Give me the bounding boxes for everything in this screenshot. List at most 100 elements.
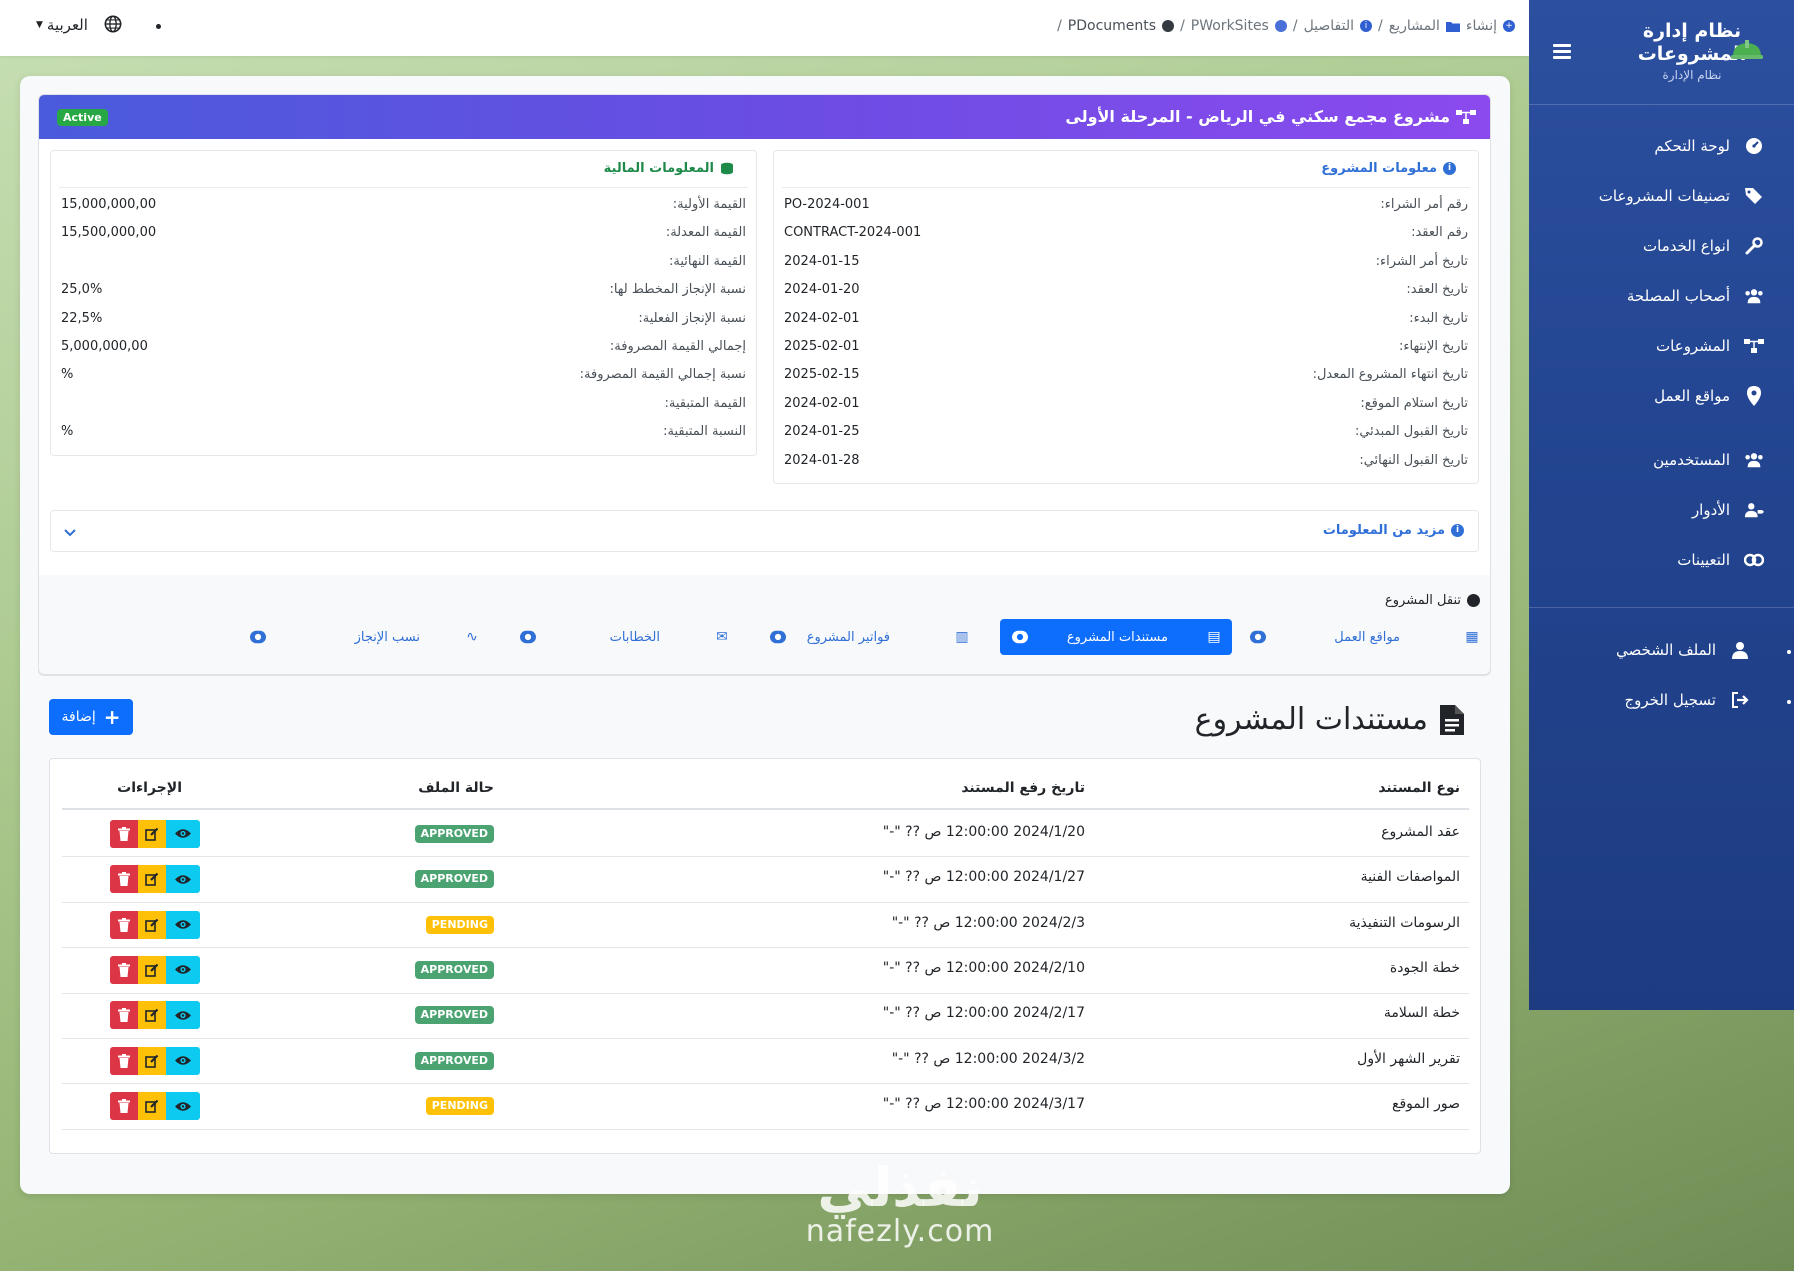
nav-tab-3[interactable]: ▥ فواتير المشروع — [770, 619, 980, 655]
nav-tab-label: فواتير المشروع — [806, 629, 890, 645]
delete-button[interactable] — [110, 1046, 138, 1075]
sidebar-item-label: تسجيل الخروج — [1624, 691, 1716, 709]
top-bar: ▼ العربية + إنشاء المشاريع / i التفاصيل … — [0, 0, 1529, 56]
page-title: مستندات المشروع — [1195, 702, 1464, 737]
eye-icon — [175, 1056, 191, 1065]
coins-icon — [720, 162, 734, 175]
nav-tab-4[interactable]: ✉ الخطابات — [520, 619, 740, 655]
nav-tab-1[interactable]: ▦ مواقع العمل — [1250, 619, 1490, 655]
delete-button[interactable] — [110, 819, 138, 848]
edit-button[interactable] — [138, 1092, 166, 1121]
sidebar-item-categories[interactable]: تصنيفات المشروعات — [1599, 186, 1764, 206]
row-divider — [62, 947, 1469, 949]
watermark-arabic: نفذلي — [817, 1156, 983, 1219]
chart-line-icon: ∿ — [466, 629, 478, 645]
map-icon: ▦ — [1465, 629, 1479, 645]
document-type: المواصفات الفنية — [1360, 869, 1460, 886]
info-label: تاريخ أمر الشراء: — [1375, 253, 1468, 269]
view-button[interactable] — [166, 819, 200, 848]
view-button[interactable] — [166, 910, 200, 939]
sidebar-item-label: لوحة التحكم — [1654, 137, 1730, 155]
sidebar-item-label: المشروعات — [1656, 337, 1730, 355]
breadcrumb-item-worksites[interactable]: PWorkSites — [1191, 18, 1287, 34]
more-info-accordion[interactable]: i مزيد من المعلومات — [50, 510, 1479, 552]
globe-icon[interactable] — [104, 15, 122, 33]
view-button[interactable] — [166, 865, 200, 894]
sidebar-item-label: تصنيفات المشروعات — [1598, 187, 1730, 205]
nav-tab-5[interactable]: ∿ نسب الإنجاز — [250, 619, 490, 655]
edit-button[interactable] — [138, 819, 166, 848]
column-header-type: نوع المستند — [1378, 780, 1460, 796]
breadcrumb-item-projects[interactable]: المشاريع — [1389, 18, 1460, 34]
financial-label: نسبة الإنجاز الفعلية: — [638, 310, 746, 326]
breadcrumb-separator: / — [1180, 18, 1185, 34]
view-button[interactable] — [166, 1092, 200, 1121]
delete-button[interactable] — [110, 865, 138, 894]
sidebar-item-projects[interactable]: المشروعات — [1656, 336, 1764, 356]
info-label: تاريخ القبول النهائي: — [1359, 452, 1468, 468]
document-type: تقرير الشهر الأول — [1357, 1050, 1460, 1067]
trash-icon — [118, 917, 130, 932]
delete-button[interactable] — [110, 955, 138, 984]
hamburger-menu-icon[interactable] — [1553, 44, 1571, 59]
info-value: 2024-02-01 — [784, 310, 860, 326]
more-dot-icon[interactable] — [156, 24, 161, 29]
sidebar-item-assignments[interactable]: التعيينات — [1677, 550, 1764, 570]
brand-subtitle: نظام الإدارة — [1662, 68, 1722, 82]
delete-button[interactable] — [110, 1001, 138, 1030]
financial-info-title: المعلومات المالية — [604, 161, 734, 176]
nav-tab-2[interactable]: ▤ مستندات المشروع — [1000, 619, 1232, 655]
circle-badge-icon — [520, 629, 536, 645]
status-badge: APPROVED — [414, 870, 494, 889]
delete-button[interactable] — [110, 1092, 138, 1121]
financial-row: القيمة المتبقية: — [61, 396, 746, 416]
sidebar-item-logout[interactable]: تسجيل الخروج — [1624, 690, 1750, 710]
financial-value: 15,000,000,00 — [61, 197, 157, 212]
column-header-actions: الإجراءات — [117, 780, 182, 796]
sidebar-item-worksites[interactable]: مواقع العمل — [1654, 386, 1764, 406]
language-dropdown[interactable]: ▼ العربية — [36, 16, 88, 34]
sidebar-item-stakeholders[interactable]: أصحاب المصلحة — [1627, 286, 1764, 306]
sidebar-item-roles[interactable]: الأدوار — [1692, 500, 1764, 520]
breadcrumb-item-details[interactable]: i التفاصيل — [1304, 18, 1373, 34]
invoice-icon: ▥ — [955, 629, 969, 645]
document-date: 2024/1/20 12:00:00 ص ?? "-" — [882, 823, 1085, 840]
sidebar-item-service-types[interactable]: انواع الخدمات — [1643, 236, 1764, 256]
sidebar-item-label: الملف الشخصي — [1616, 641, 1716, 659]
sidebar-item-dashboard[interactable]: لوحة التحكم — [1654, 136, 1764, 156]
row-divider — [62, 901, 1469, 903]
status-badge: PENDING — [425, 1097, 494, 1116]
info-value: 2025-02-15 — [784, 367, 860, 383]
delete-button[interactable] — [110, 910, 138, 939]
edit-button[interactable] — [138, 865, 166, 894]
users-icon — [1744, 286, 1764, 306]
view-button[interactable] — [166, 1001, 200, 1030]
view-button[interactable] — [166, 955, 200, 984]
edit-button[interactable] — [138, 1046, 166, 1075]
chevron-down-icon[interactable] — [63, 525, 77, 539]
info-label: تاريخ انتهاء المشروع المعدل: — [1312, 367, 1468, 383]
info-row: تاريخ العقد: 2024-01-20 — [784, 282, 1468, 302]
nav-tab-label: الخطابات — [609, 629, 660, 645]
breadcrumb-item-create[interactable]: + إنشاء — [1466, 18, 1515, 34]
column-header-date: تاريخ رفع المستند — [961, 780, 1085, 796]
nav-tab-label: نسب الإنجاز — [354, 629, 420, 645]
status-badge: PENDING — [425, 915, 494, 934]
view-button[interactable] — [166, 1046, 200, 1075]
edit-button[interactable] — [138, 910, 166, 939]
info-label: رقم العقد: — [1411, 225, 1468, 241]
financial-label: القيمة الأولية: — [672, 197, 746, 212]
sidebar-item-profile[interactable]: الملف الشخصي — [1616, 640, 1750, 660]
sidebar-item-users[interactable]: المستخدمين — [1653, 450, 1764, 470]
edit-button[interactable] — [138, 955, 166, 984]
eye-icon — [175, 920, 191, 929]
row-divider — [62, 1128, 1469, 1130]
sidebar-divider — [1529, 104, 1794, 105]
financial-label: نسبة الإنجاز المخطط لها: — [609, 282, 746, 298]
add-document-button[interactable]: + إضافة — [49, 699, 133, 735]
financial-row: القيمة الأولية: 15,000,000,00 — [61, 197, 746, 217]
document-date: 2024/2/17 12:00:00 ص ?? "-" — [882, 1005, 1085, 1022]
edit-button[interactable] — [138, 1001, 166, 1030]
sign-out-icon — [1730, 690, 1750, 710]
financial-row: نسبة الإنجاز الفعلية: 22,5% — [61, 311, 746, 331]
